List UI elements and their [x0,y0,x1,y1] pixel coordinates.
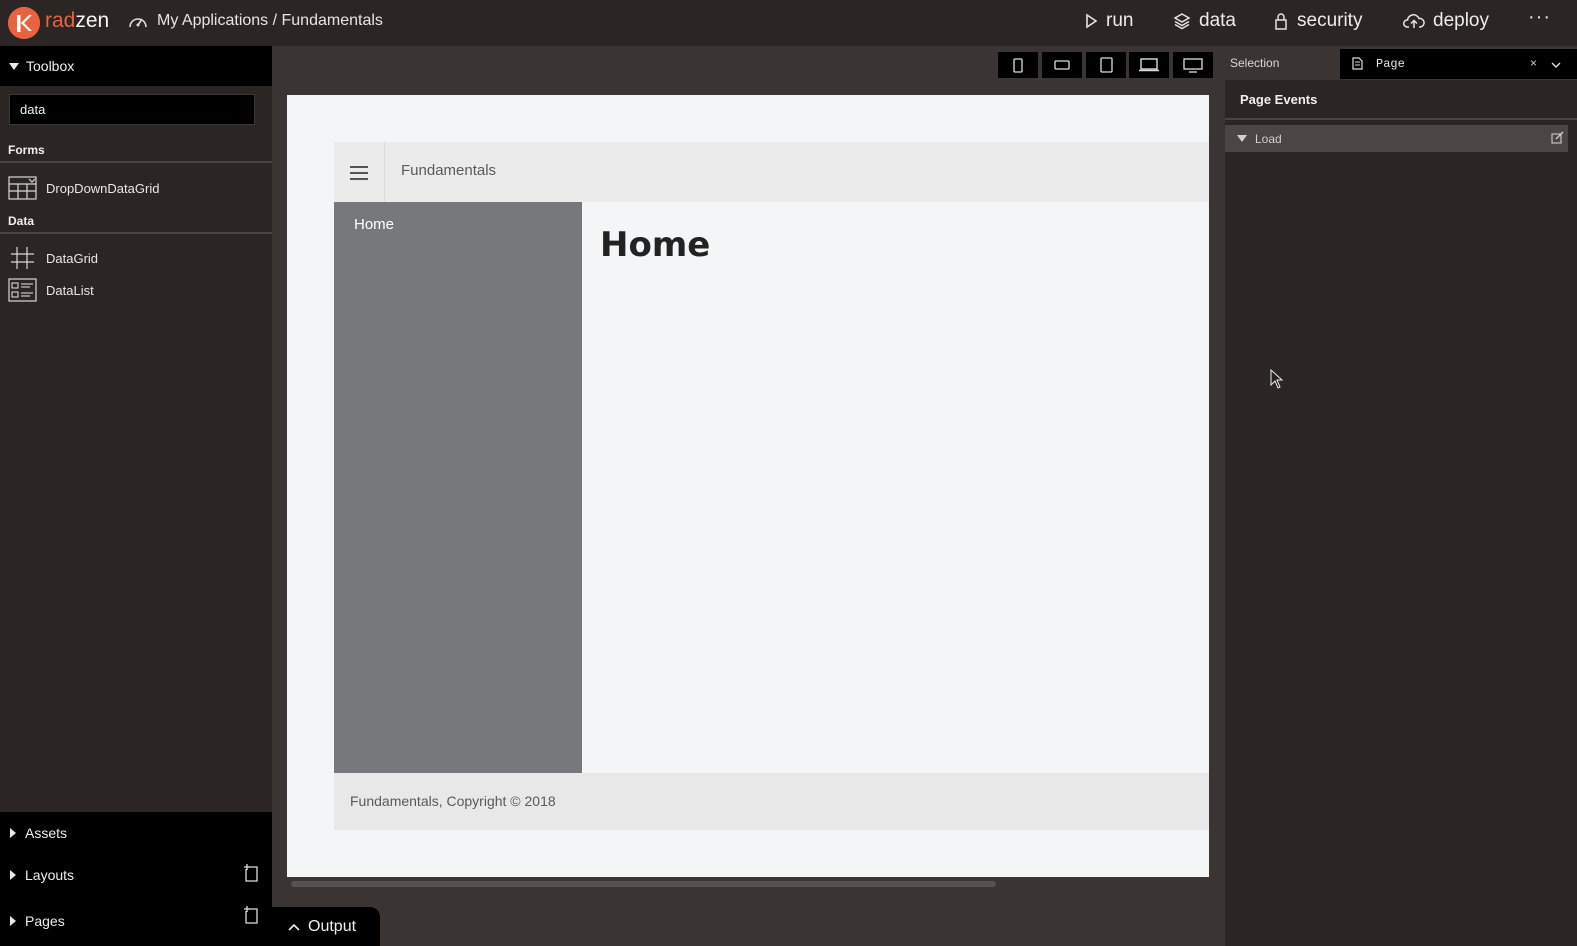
hamburger-menu-icon[interactable] [350,166,368,184]
pages-panel-header[interactable]: Pages [0,896,272,946]
canvas-horizontal-scrollbar[interactable] [291,881,996,887]
expand-triangle-icon [10,828,16,838]
security-label: security [1297,10,1363,31]
preview-footer-text: Fundamentals, Copyright © 2018 [350,793,556,809]
output-panel-tab[interactable]: Output [272,907,380,946]
lock-icon [1275,13,1287,30]
tablet-portrait-icon [1099,57,1113,73]
page-events-title: Page Events [1240,92,1318,107]
section-forms: Forms [0,143,272,163]
tool-label: DataGrid [46,250,99,266]
breadcrumb[interactable]: My Applications / Fundamentals [128,12,383,30]
phone-portrait-icon [1013,57,1023,73]
preview-content-heading[interactable]: Home [600,225,710,265]
top-bar: radzen My Applications / Fundamentals ru… [0,0,1577,46]
grid-icon [11,247,34,269]
selection-label: Selection [1230,56,1280,70]
page-preview[interactable]: Fundamentals Home Home Fundamentals, Cop… [287,95,1209,877]
tool-dropdowndatagrid[interactable]: DropDownDataGrid [8,174,159,202]
layouts-label: Layouts [25,867,75,883]
device-phone-landscape-button[interactable] [1042,52,1082,78]
brand-name-left: rad [45,9,76,32]
play-icon [1086,13,1098,29]
radzen-logo[interactable] [8,7,40,39]
event-load-row[interactable]: Load [1225,125,1568,152]
expand-triangle-icon [10,916,16,926]
phone-landscape-icon [1054,60,1070,70]
desktop-icon [1183,57,1203,73]
device-tablet-landscape-button[interactable] [1129,52,1169,78]
pages-label: Pages [25,913,65,929]
data-button[interactable]: data [1173,10,1236,32]
run-label: run [1106,10,1134,31]
run-button[interactable]: run [1084,10,1133,32]
tablet-landscape-icon [1139,58,1159,72]
header-divider [384,142,385,202]
preview-sidebar[interactable]: Home [334,202,582,773]
page-document-icon [1352,57,1363,70]
tool-datagrid[interactable]: DataGrid [8,244,98,272]
deploy-label: deploy [1433,10,1489,31]
page-events-divider [1225,118,1577,120]
selection-row: Selection Page × [1225,46,1577,80]
datalist-icon [8,278,37,302]
output-label: Output [308,917,357,935]
device-phone-portrait-button[interactable] [998,52,1038,78]
layers-icon [1173,13,1191,30]
tool-label: DataList [46,282,94,298]
device-desktop-button[interactable] [1173,52,1213,78]
event-load-label: Load [1255,131,1282,146]
tool-datalist[interactable]: DataList [8,276,94,304]
chevron-down-icon[interactable] [1550,59,1562,71]
breadcrumb-text[interactable]: My Applications / Fundamentals [157,12,383,30]
mouse-cursor-icon [1270,369,1284,389]
add-layout-icon[interactable] [244,864,260,882]
preview-header-title: Fundamentals [401,162,497,179]
expand-triangle-icon [10,870,16,880]
properties-panel: Selection Page × Page Events Load [1225,46,1577,946]
more-menu-button[interactable]: ··· [1528,6,1551,29]
deploy-button[interactable]: deploy [1403,10,1489,32]
clear-selection-icon[interactable]: × [1530,56,1537,70]
left-sidebar: Toolbox Forms DropDownDataGrid Data Data… [0,46,272,946]
collapse-triangle-icon [1237,135,1247,142]
toolbox-search-input[interactable] [9,94,255,125]
brand-name-right: zen [75,9,110,32]
assets-label: Assets [25,825,68,841]
brand-name: radzen [45,9,109,33]
collapse-triangle-icon [9,62,19,70]
add-page-icon[interactable] [244,906,260,924]
edit-icon[interactable] [1551,131,1564,144]
data-label: data [1199,10,1236,31]
device-tablet-portrait-button[interactable] [1086,52,1126,78]
toolbox-title: Toolbox [26,58,75,74]
preview-nav-item-home[interactable]: Home [354,216,394,233]
section-data: Data [0,214,272,234]
tool-label: DropDownDataGrid [46,180,160,196]
security-button[interactable]: security [1273,10,1362,32]
dropdown-datagrid-icon [8,176,37,200]
selection-value: Page [1376,57,1405,71]
dashboard-gauge-icon [129,18,147,28]
cloud-upload-icon [1403,14,1425,28]
preview-header[interactable]: Fundamentals [334,142,1209,202]
layouts-panel-header[interactable]: Layouts [0,854,272,896]
radzen-logo-icon [8,7,40,39]
toolbox-header[interactable]: Toolbox [0,46,272,86]
chevron-up-icon [288,923,300,931]
preview-footer[interactable]: Fundamentals, Copyright © 2018 [334,773,1209,830]
selection-dropdown[interactable]: Page × [1340,49,1577,79]
assets-panel-header[interactable]: Assets [0,812,272,854]
